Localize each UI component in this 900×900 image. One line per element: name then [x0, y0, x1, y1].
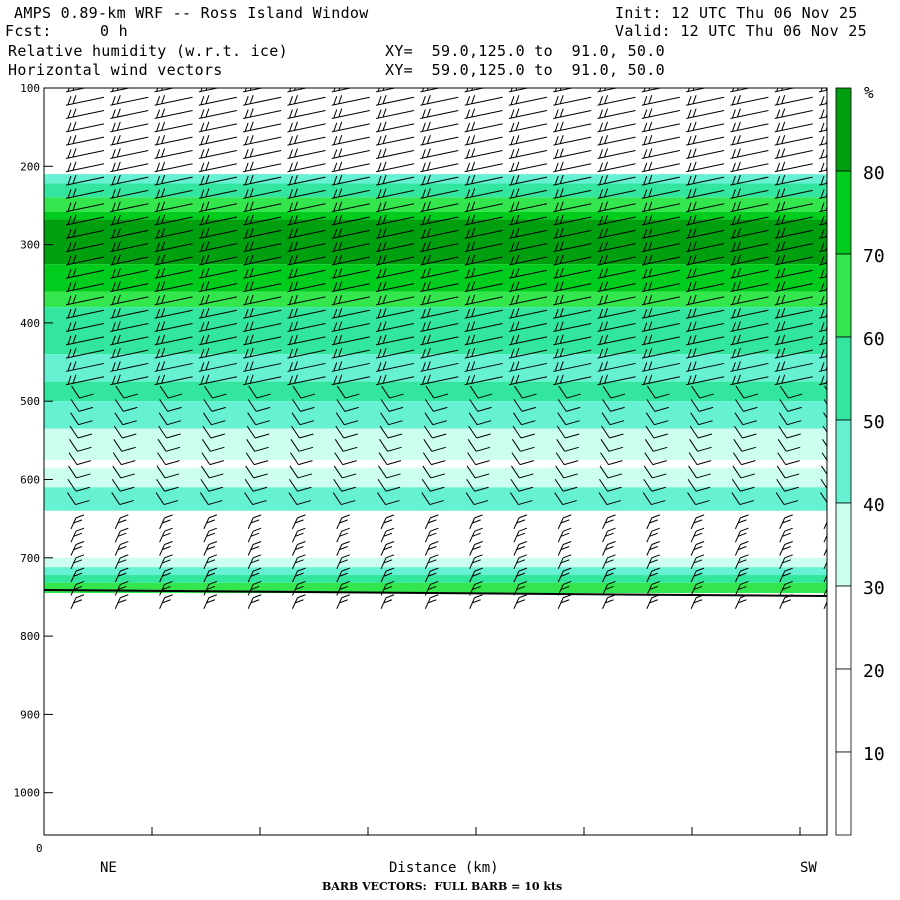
y-tick-label: 900	[20, 708, 40, 721]
wind-barb	[734, 594, 749, 609]
colorbar-label: 60	[863, 329, 885, 350]
rh-band-5	[44, 219, 827, 265]
colorbar-swatch	[835, 336, 852, 421]
x-axis	[151, 827, 801, 835]
wind-barb	[646, 594, 660, 609]
wind-barb	[380, 594, 395, 609]
rh-band-15	[44, 487, 827, 511]
colorbar-swatch	[835, 253, 852, 338]
colorbar-label: 70	[863, 246, 885, 267]
y-tick-label: 200	[20, 160, 40, 173]
wind-barb	[779, 594, 793, 609]
wind-barb	[469, 594, 483, 609]
y-tick-label: 600	[20, 474, 40, 487]
colorbar-label: 30	[863, 578, 885, 599]
wind-barb	[557, 594, 572, 609]
colorbar: 10 20 30 40 50 60 70 80%	[835, 83, 885, 836]
wind-barb	[203, 594, 218, 609]
rh-bands	[44, 88, 827, 594]
rh-band-11	[44, 401, 827, 429]
colorbar-unit: %	[864, 83, 874, 102]
y-tick-label: 400	[20, 317, 40, 330]
colorbar-label: 20	[863, 661, 885, 682]
cross-section-chart: 100 200 300 400 500 600 700 800 900 1000 10 20 30 40…	[14, 82, 885, 836]
y-tick-label: 300	[20, 239, 40, 252]
colorbar-swatch	[835, 87, 852, 172]
x-right-end-label: SW	[800, 860, 817, 876]
x-axis-title: Distance (km)	[389, 860, 499, 876]
colorbar-label: 40	[863, 495, 885, 516]
y-tick-label: 700	[20, 552, 40, 565]
wind-barb	[247, 594, 262, 609]
colorbar-swatch	[835, 668, 852, 753]
x-left-end-label: NE	[100, 860, 117, 876]
rh-band-10	[44, 381, 827, 402]
wind-barb	[336, 594, 350, 609]
rh-band-14	[44, 467, 827, 488]
wind-barb	[602, 594, 616, 609]
colorbar-label: 50	[863, 412, 885, 433]
colorbar-swatch	[835, 170, 852, 255]
rh-band-7	[44, 291, 827, 308]
rh-band-6	[44, 264, 827, 292]
wind-barb	[292, 594, 306, 609]
barb-note: BARB VECTORS: FULL BARB = 10 kts	[322, 880, 563, 893]
colorbar-label: 80	[863, 163, 885, 184]
wind-barb	[690, 594, 705, 609]
colorbar-swatch	[835, 585, 852, 670]
y-tick-label: 800	[20, 630, 40, 643]
rh-band-0	[44, 88, 827, 175]
wind-barb	[513, 594, 528, 609]
wind-barb	[159, 594, 173, 609]
rh-band-4	[44, 211, 827, 220]
wind-barb	[424, 594, 439, 609]
y-tick-label: 100	[20, 82, 40, 95]
colorbar-swatch	[835, 751, 852, 836]
y-tick-label: 500	[20, 395, 40, 408]
wind-barb	[114, 594, 129, 609]
wind-barb	[70, 594, 85, 609]
rh-band-8	[44, 307, 827, 355]
colorbar-swatch	[835, 502, 852, 587]
x-origin-label: 0	[36, 842, 43, 855]
y-tick-label: 1000	[14, 787, 41, 800]
colorbar-swatch	[835, 419, 852, 504]
colorbar-label: 10	[863, 744, 885, 765]
